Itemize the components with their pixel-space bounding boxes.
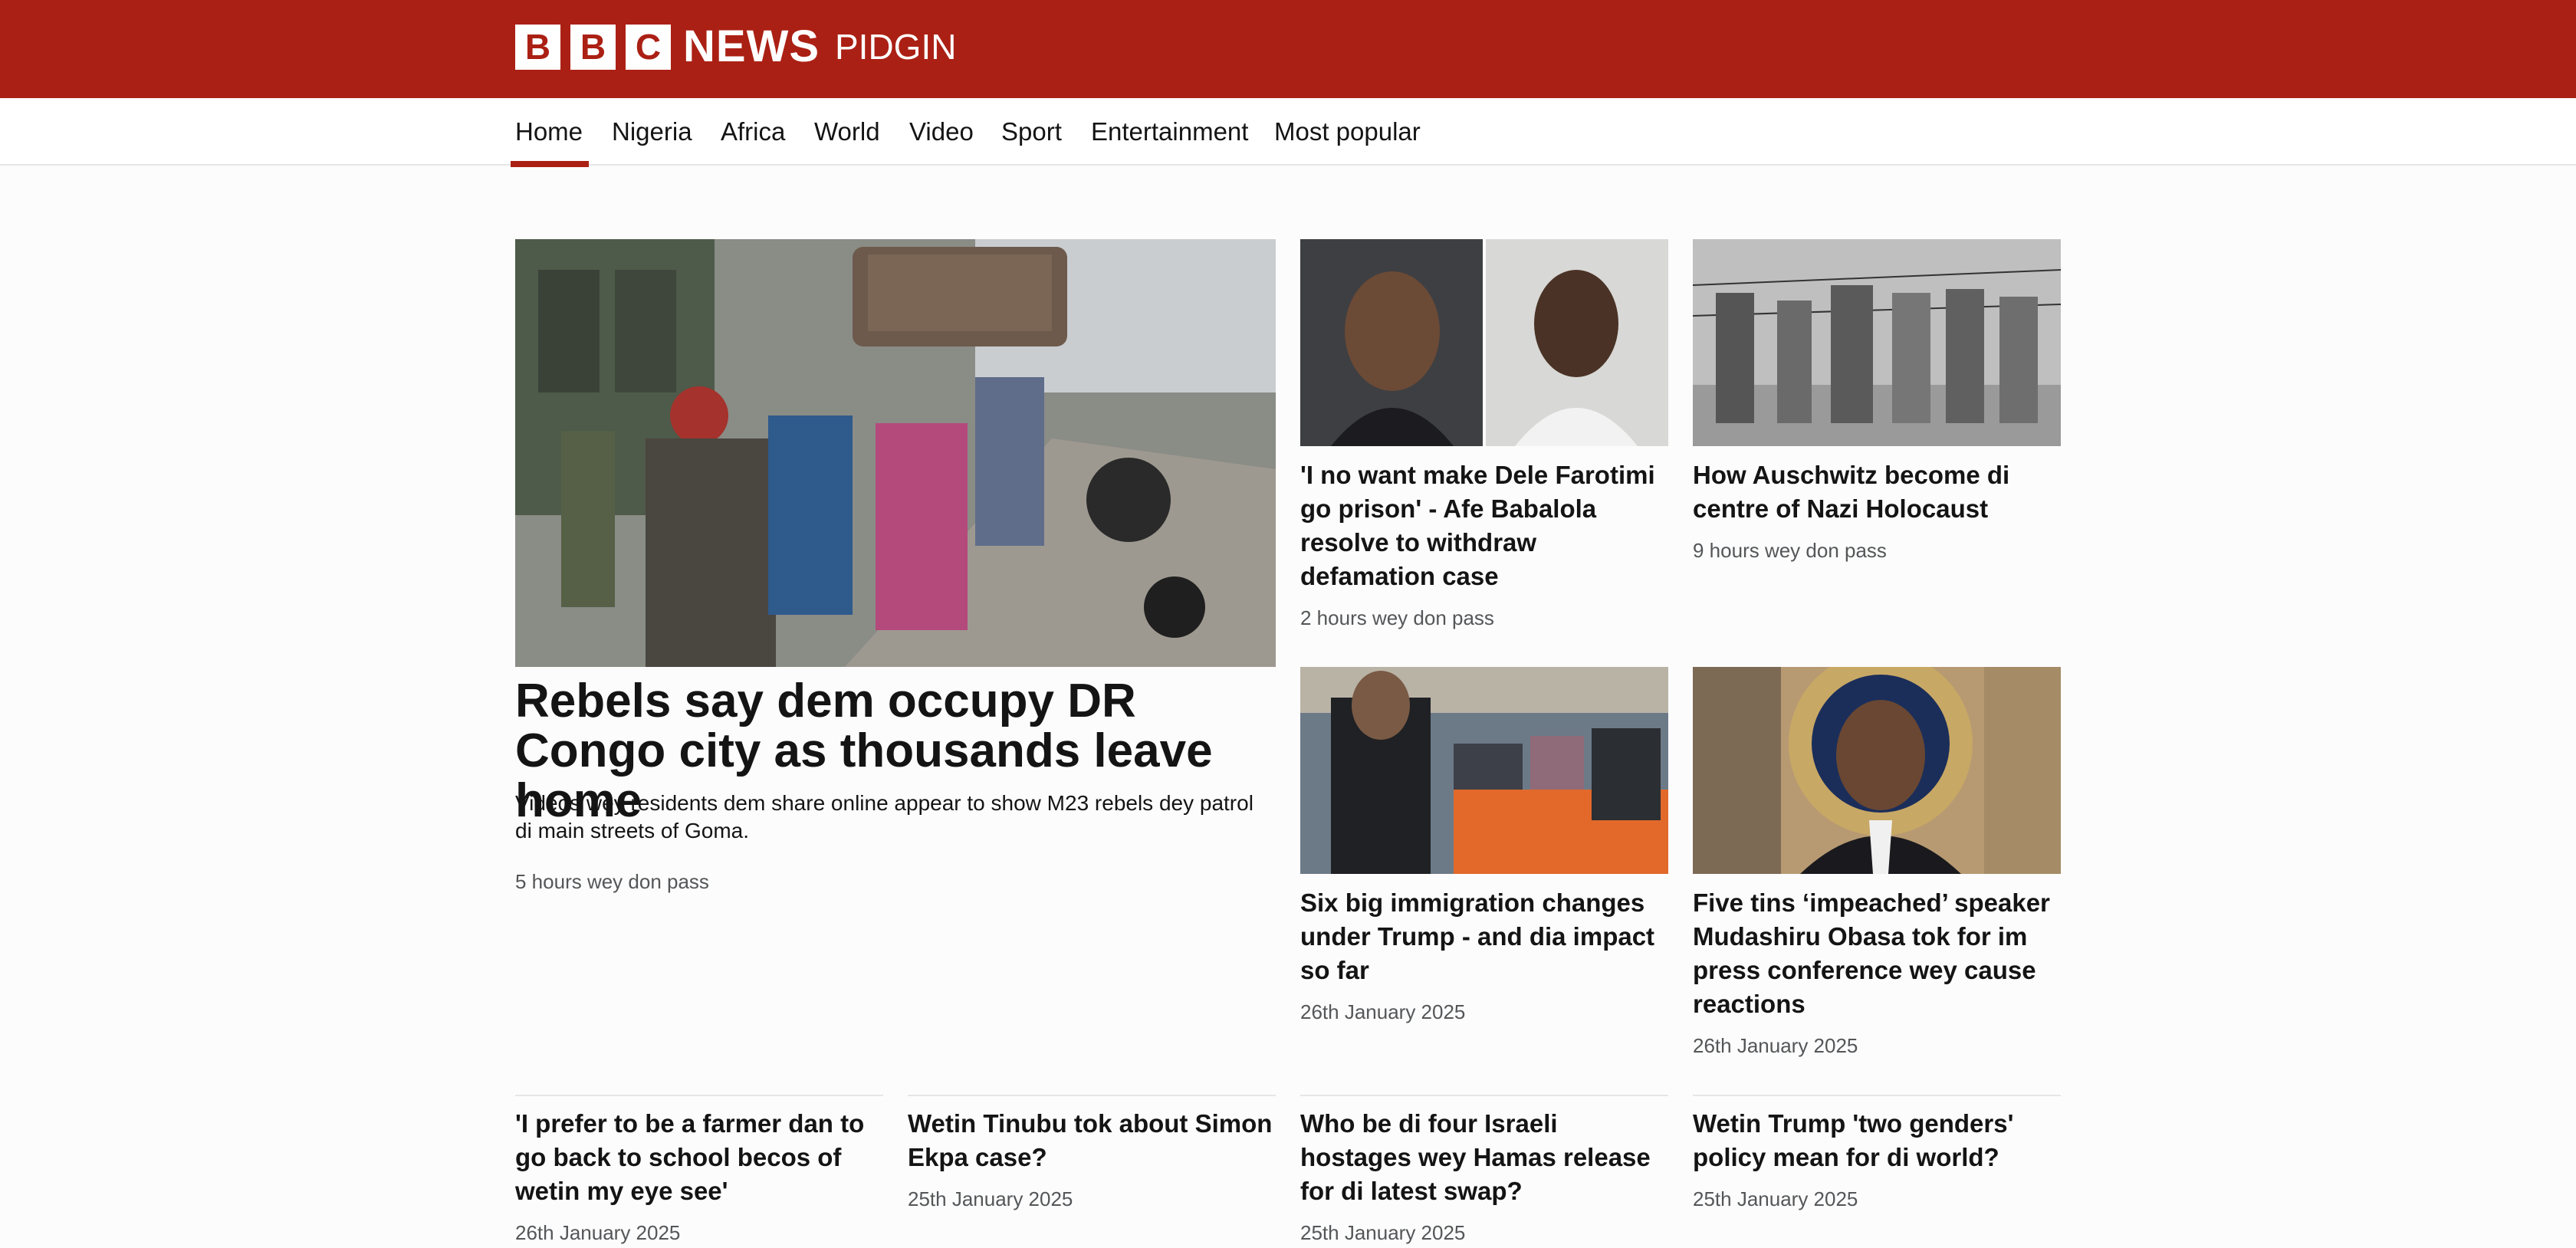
bottom-divider-4 — [1693, 1095, 2061, 1096]
bottom-time-tinubu: 25th January 2025 — [908, 1187, 1073, 1210]
lead-story-image[interactable] — [515, 239, 1276, 667]
logo-edition-text: PIDGIN — [835, 27, 957, 67]
story-image-auschwitz[interactable] — [1693, 239, 2061, 446]
nav-item-africa[interactable]: Africa — [721, 98, 785, 166]
story-time-obasa: 26th January 2025 — [1693, 1034, 1858, 1057]
bottom-headline-hostages[interactable]: Who be di four Israeli hostages wey Hama… — [1300, 1107, 1670, 1208]
story-time-babalola: 2 hours wey don pass — [1300, 606, 1494, 629]
lead-story-time: 5 hours wey don pass — [515, 870, 709, 893]
nav-item-entertainment[interactable]: Entertainment — [1091, 98, 1248, 166]
lead-story-summary: Videos wey residents dem share online ap… — [515, 791, 1254, 842]
bottom-time-trump-genders: 25th January 2025 — [1693, 1187, 1858, 1210]
story-headline-immigration[interactable]: Six big immigration changes under Trump … — [1300, 886, 1670, 987]
logo-letter-c: C — [626, 24, 671, 70]
bottom-divider-2 — [908, 1095, 1276, 1096]
bottom-divider-3 — [1300, 1095, 1668, 1096]
bottom-divider-1 — [515, 1095, 883, 1096]
nav-item-home[interactable]: Home — [510, 98, 590, 167]
nav-item-video[interactable]: Video — [909, 98, 974, 166]
logo-letter-b2: B — [570, 24, 616, 70]
story-headline-obasa[interactable]: Five tins ‘impeached’ speaker Mudashiru … — [1693, 886, 2062, 1021]
bottom-headline-tinubu[interactable]: Wetin Tinubu tok about Simon Ekpa case? — [908, 1107, 1277, 1174]
bottom-time-hostages: 25th January 2025 — [1300, 1221, 1466, 1244]
story-image-babalola[interactable] — [1300, 239, 1668, 446]
nav-item-most-popular[interactable]: Most popular — [1274, 98, 1421, 166]
logo-news-text: NEWS — [683, 21, 820, 71]
bottom-headline-trump-genders[interactable]: Wetin Trump 'two genders' policy mean fo… — [1693, 1107, 2062, 1174]
story-time-immigration: 26th January 2025 — [1300, 1000, 1466, 1023]
nav-item-nigeria[interactable]: Nigeria — [612, 98, 692, 166]
bottom-headline-farmer[interactable]: 'I prefer to be a farmer dan to go back … — [515, 1107, 885, 1208]
nav-item-world[interactable]: World — [814, 98, 880, 166]
bottom-time-farmer: 26th January 2025 — [515, 1221, 681, 1244]
story-image-obasa[interactable] — [1693, 667, 2061, 874]
bbc-news-pidgin-logo[interactable]: B B C NEWS PIDGIN — [515, 24, 956, 70]
story-image-immigration[interactable] — [1300, 667, 1668, 874]
logo-letter-b1: B — [515, 24, 560, 70]
story-headline-babalola[interactable]: 'I no want make Dele Farotimi go prison'… — [1300, 458, 1670, 593]
story-headline-auschwitz[interactable]: How Auschwitz become di centre of Nazi H… — [1693, 458, 2062, 526]
nav-item-sport[interactable]: Sport — [1001, 98, 1062, 166]
story-time-auschwitz: 9 hours wey don pass — [1693, 539, 1887, 562]
main-navigation: Home Nigeria Africa World Video Sport En… — [0, 98, 2576, 167]
header-banner: B B C NEWS PIDGIN — [0, 0, 2576, 98]
